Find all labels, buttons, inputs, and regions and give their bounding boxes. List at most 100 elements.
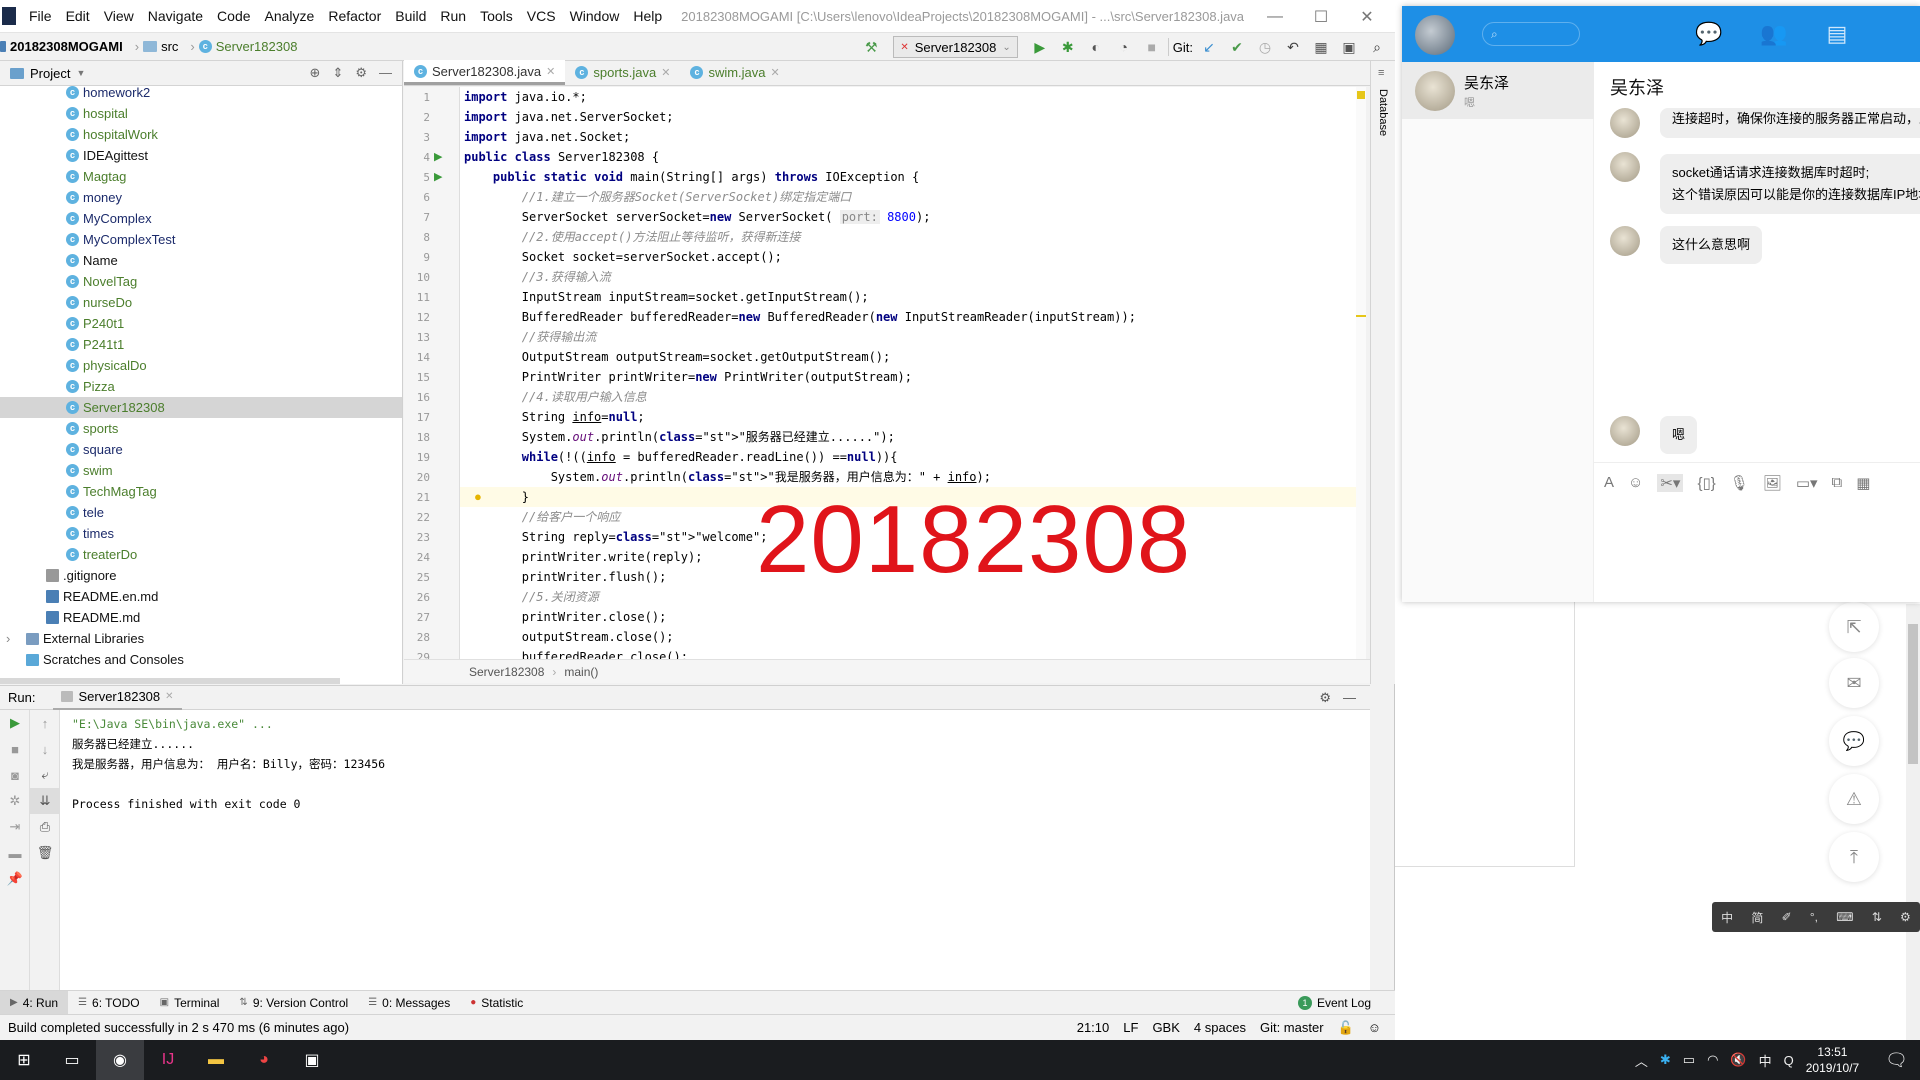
tree-file[interactable]: README.en.md — [0, 586, 402, 607]
tree-item[interactable]: c money — [0, 187, 402, 208]
qq-tray-icon[interactable]: Q — [1784, 1053, 1794, 1068]
tree-item[interactable]: c Pizza — [0, 376, 402, 397]
tree-item[interactable]: c treaterDo — [0, 544, 402, 565]
menu-help[interactable]: Help — [626, 8, 669, 24]
ime-toolbox-icon[interactable]: ⇅ — [1872, 910, 1882, 924]
shake-icon[interactable]: {▯} — [1697, 474, 1715, 492]
tree-item[interactable]: c P241t1 — [0, 334, 402, 355]
down-arrow-icon[interactable]: ↓ — [30, 736, 60, 762]
tool-tab-run[interactable]: ▶ 4: Run — [0, 990, 69, 1015]
messages-tab-icon[interactable]: 💬 — [1694, 20, 1724, 48]
ime-chinese-mode[interactable]: 中 — [1721, 909, 1733, 926]
editor-tab[interactable]: c swim.java ✕ — [680, 60, 789, 85]
editor-breadcrumb-method[interactable]: main() — [564, 665, 598, 679]
settings-icon[interactable]: ✲ — [0, 788, 30, 814]
menu-refactor[interactable]: Refactor — [321, 8, 388, 24]
menu-navigate[interactable]: Navigate — [141, 8, 210, 24]
tree-item[interactable]: c physicalDo — [0, 355, 402, 376]
close-tab-icon[interactable]: ✕ — [165, 691, 173, 702]
trash-icon[interactable]: 🗑 — [30, 840, 60, 866]
caret-position[interactable]: 21:10 — [1077, 1020, 1110, 1036]
tree-item[interactable]: c Server182308 — [0, 397, 402, 418]
menu-code[interactable]: Code — [210, 8, 257, 24]
volume-muted-icon[interactable]: 🔇 — [1730, 1052, 1746, 1068]
close-tab-icon[interactable]: ✕ — [546, 65, 555, 78]
lock-icon[interactable]: 🔓 — [1338, 1020, 1354, 1036]
space-tab-icon[interactable]: ▤ — [1822, 20, 1852, 48]
tool-tab-todo-list[interactable]: ☰ 6: TODO — [68, 991, 150, 1015]
user-avatar[interactable] — [1415, 15, 1455, 55]
menu-edit[interactable]: Edit — [59, 8, 97, 24]
contacts-tab-icon[interactable]: 👥 — [1759, 20, 1789, 48]
gear-icon[interactable]: ⚙ — [355, 65, 367, 81]
microphone-icon[interactable]: 🎙 — [1730, 474, 1749, 492]
tray-expand-icon[interactable]: ︿ — [1635, 1051, 1648, 1070]
menu-build[interactable]: Build — [388, 8, 433, 24]
tool-tab-terminal[interactable]: ▣ Terminal — [150, 991, 230, 1015]
start-windows-icon[interactable]: ⊞ — [0, 1040, 48, 1080]
restore-layout-icon[interactable]: ⇥ — [0, 814, 30, 840]
pin-icon[interactable]: 📌 — [0, 866, 30, 892]
status-message[interactable]: Build completed successfully in 2 s 470 … — [8, 1020, 349, 1035]
database-tool-button[interactable]: Database — [1377, 89, 1389, 136]
collapse-all-icon[interactable]: ⇕ — [332, 65, 343, 81]
console-output[interactable]: "E:\Java SE\bin\java.exe" ... 服务器已经建立....… — [60, 710, 1370, 990]
close-tab-icon[interactable]: ✕ — [771, 66, 780, 79]
profile-icon[interactable]: ◔ — [1112, 36, 1136, 58]
chrome-icon[interactable]: ◕ — [240, 1040, 288, 1080]
soft-wrap-icon[interactable]: ⤶ — [30, 762, 60, 788]
maximize-button[interactable]: ☐ — [1298, 0, 1344, 33]
event-log-button[interactable]: 1 Event Log — [1288, 991, 1381, 1015]
intention-bulb-icon[interactable]: ● — [474, 489, 482, 504]
qq-taskbar-icon[interactable]: ◉ — [96, 1040, 144, 1080]
build-hammer-icon[interactable]: ⚒ — [859, 36, 883, 58]
editor-scrollbar[interactable] — [1356, 87, 1366, 659]
share-icon[interactable]: ⇱ — [1829, 602, 1879, 652]
up-arrow-icon[interactable]: ↑ — [30, 710, 60, 736]
breadcrumb-class[interactable]: c Server182308 — [198, 39, 297, 54]
input-language[interactable]: 中 — [1759, 1051, 1772, 1070]
clock[interactable]: 13:51 2019/10/7 — [1806, 1044, 1859, 1076]
font-icon[interactable]: A — [1604, 474, 1614, 491]
tray-app-icon[interactable]: ✱ — [1660, 1052, 1671, 1068]
ime-simplified[interactable]: 简 — [1751, 909, 1763, 926]
breadcrumb-src[interactable]: src — [143, 39, 178, 54]
tree-item[interactable]: c times — [0, 523, 402, 544]
tree-item[interactable]: c Magtag — [0, 166, 402, 187]
tree-item[interactable]: c P240t1 — [0, 313, 402, 334]
project-panel-title[interactable]: Project — [30, 66, 70, 81]
chevron-down-icon[interactable]: ▼ — [76, 68, 85, 78]
run-config-dropdown[interactable]: ✕ Server182308 ⌄ — [893, 36, 1018, 58]
ime-keyboard-icon[interactable]: ⌨ — [1836, 910, 1853, 924]
terminal-icon[interactable]: ▣ — [288, 1040, 336, 1080]
run-icon[interactable]: ▶ — [1028, 36, 1052, 58]
stop-icon[interactable]: ■ — [0, 736, 30, 762]
tool-tab-statistic[interactable]: ● Statistic — [460, 991, 533, 1015]
scroll-to-end-icon[interactable]: ⇊ — [30, 788, 60, 814]
menu-view[interactable]: View — [97, 8, 141, 24]
indent-setting[interactable]: 4 spaces — [1194, 1020, 1246, 1036]
line-separator[interactable]: LF — [1123, 1020, 1138, 1036]
editor-tab[interactable]: c sports.java ✕ — [565, 60, 680, 85]
rerun-icon[interactable]: ▶ — [0, 710, 30, 736]
presentation-icon[interactable]: ▣ — [1337, 36, 1361, 58]
tree-item[interactable]: c IDEAgittest — [0, 145, 402, 166]
mail-icon[interactable]: ✉ — [1829, 658, 1879, 708]
project-structure-icon[interactable]: ▦ — [1309, 36, 1333, 58]
run-tab[interactable]: Server182308 ✕ — [53, 685, 182, 710]
ime-settings-icon[interactable]: ⚙ — [1900, 910, 1911, 924]
image-icon[interactable]: 🖼 — [1763, 474, 1782, 492]
menu-tools[interactable]: Tools — [473, 8, 520, 24]
run-gutter-icon[interactable]: ▶ — [434, 170, 442, 183]
folder-icon[interactable]: ▭▾ — [1796, 474, 1818, 492]
search-icon[interactable]: ⌕ — [1365, 36, 1389, 58]
battery-icon[interactable]: ▭ — [1683, 1052, 1695, 1068]
camera-icon[interactable]: ◙ — [0, 762, 30, 788]
chevron-right-icon[interactable]: › — [6, 631, 20, 646]
tree-item[interactable]: c swim — [0, 460, 402, 481]
tree-item[interactable]: c square — [0, 439, 402, 460]
tree-file[interactable]: .gitignore — [0, 565, 402, 586]
browser-scrollbar[interactable] — [1906, 604, 1920, 1040]
menu-window[interactable]: Window — [563, 8, 627, 24]
warning-stripe[interactable] — [1356, 315, 1366, 317]
